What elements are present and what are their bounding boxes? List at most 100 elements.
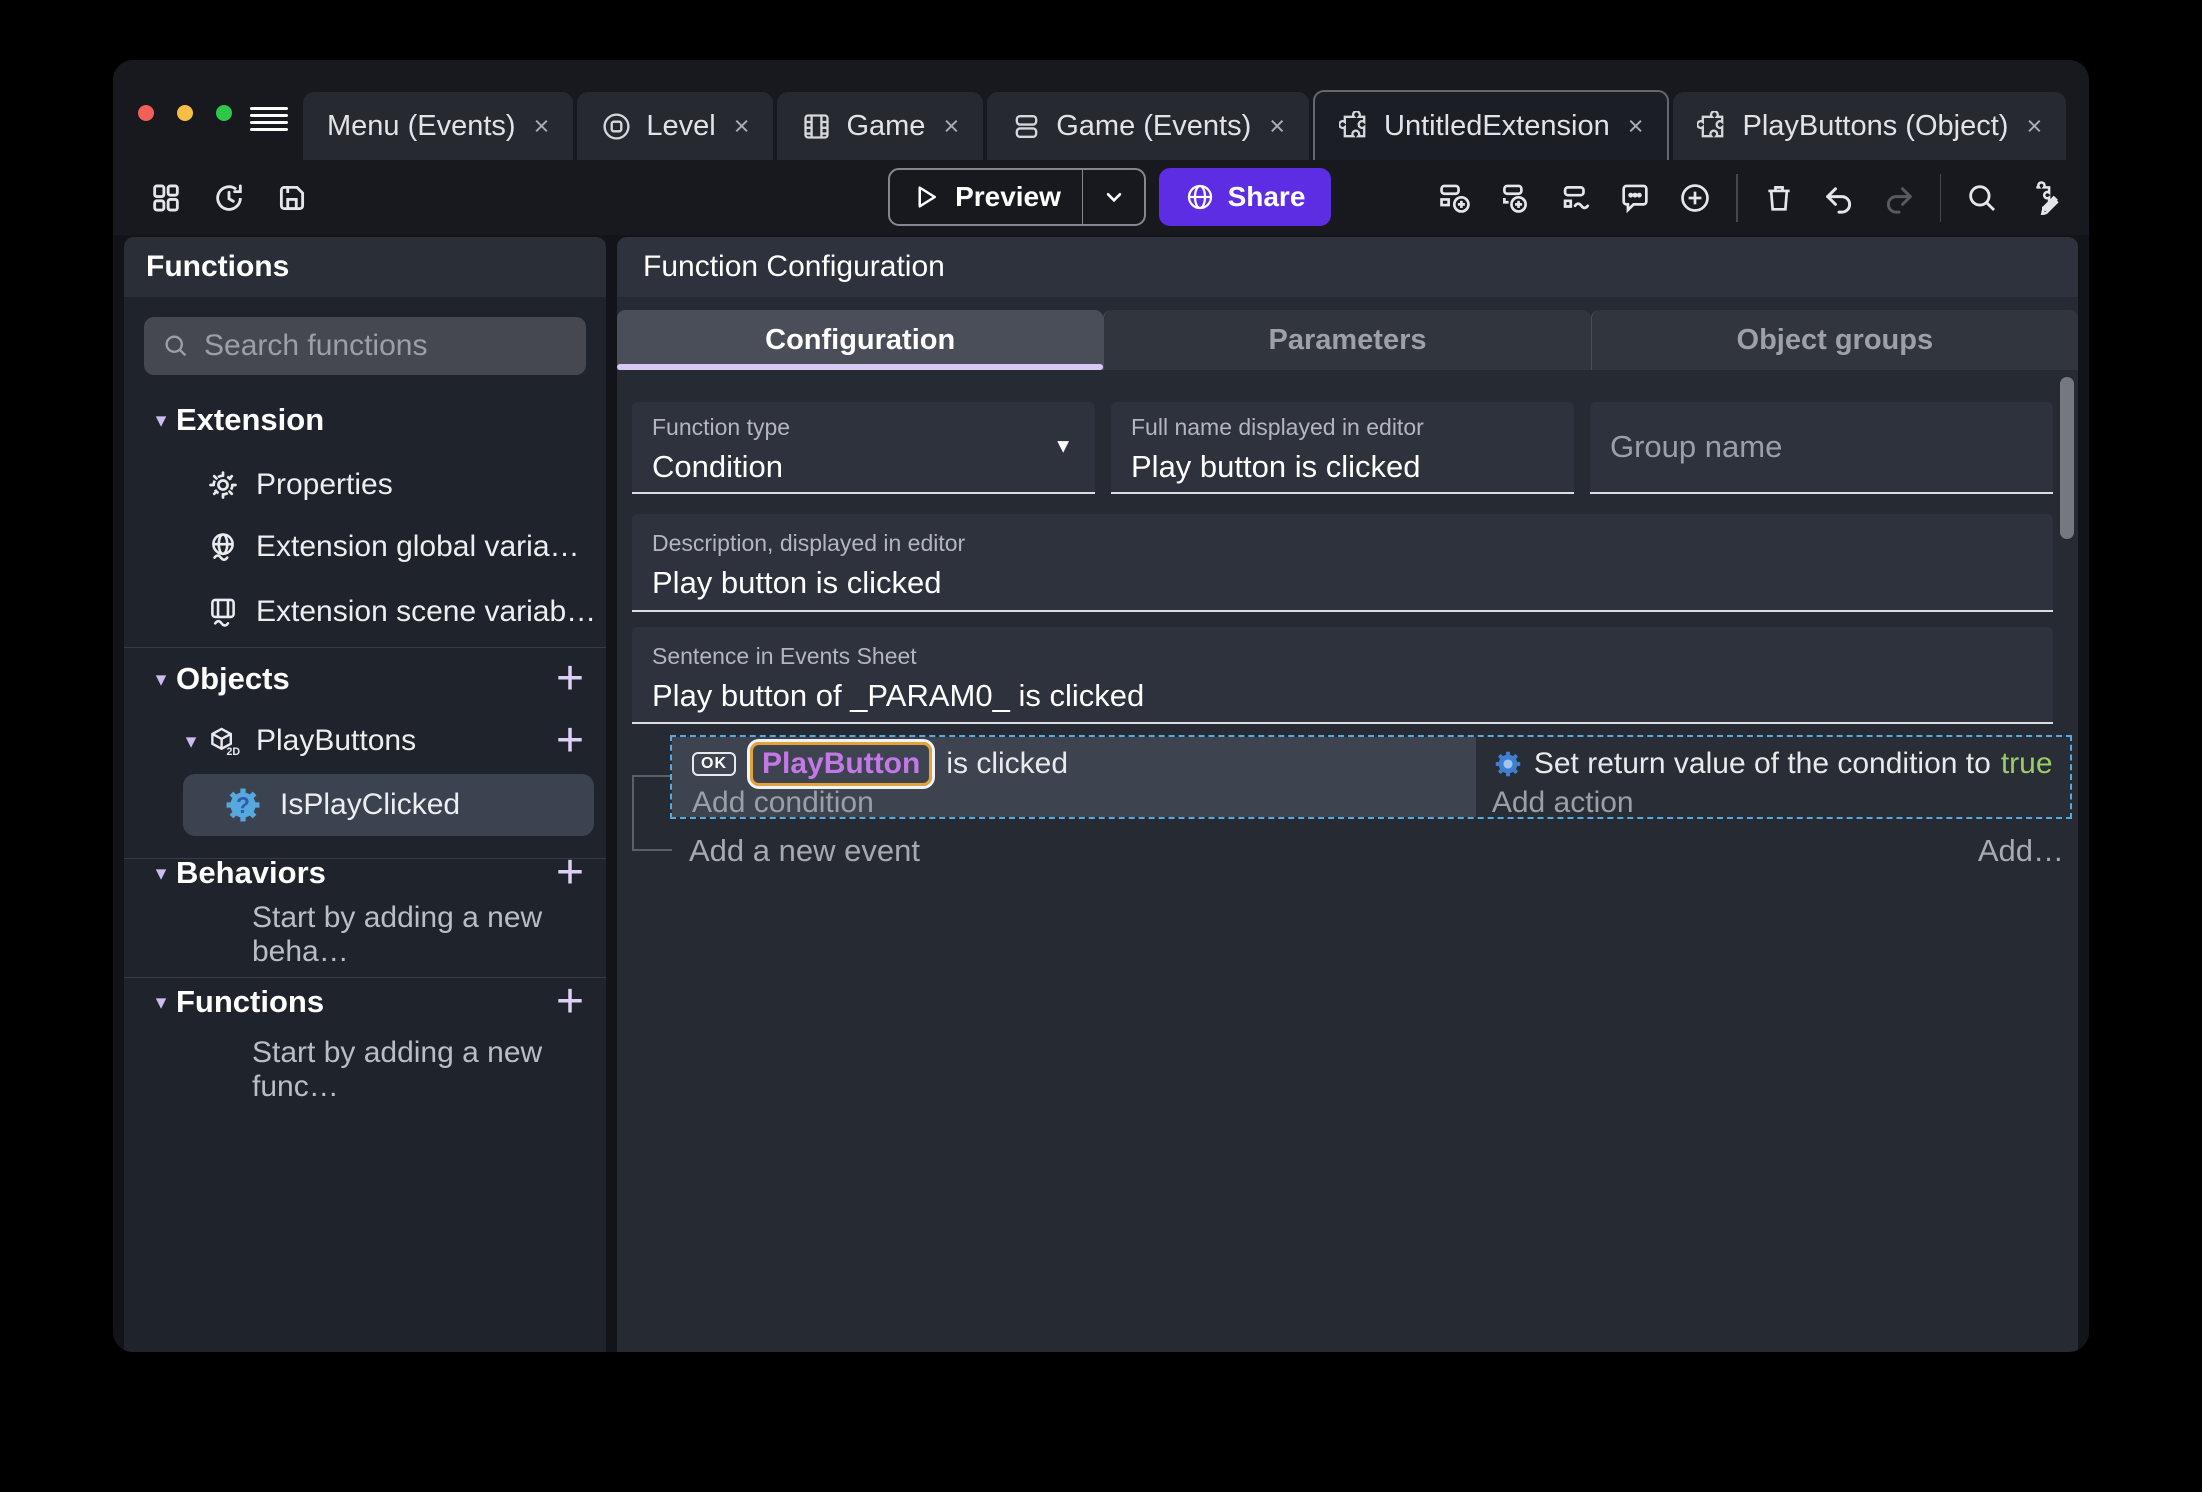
chevron-down-icon[interactable]: ▾	[146, 990, 176, 1015]
add-action-button[interactable]: Add action	[1492, 786, 2070, 820]
tab-game[interactable]: Game ×	[777, 92, 984, 160]
tab-label: Game	[846, 109, 926, 142]
minimize-window-button[interactable]	[177, 105, 193, 121]
close-icon[interactable]: ×	[1269, 111, 1285, 142]
event-row[interactable]: OK PlayButton is clicked Add condition S…	[670, 735, 2072, 820]
edit-extension-icon[interactable]	[2023, 179, 2061, 217]
event-actions-cell[interactable]: Set return value of the condition to tru…	[1475, 737, 2070, 820]
desktop-background: Menu (Events) × Level × Game × Game (Eve…	[0, 0, 2202, 1492]
globe-icon	[1187, 184, 1212, 210]
add-object-button[interactable]: +	[556, 655, 584, 703]
group-name-field[interactable]: Group name	[1590, 402, 2053, 494]
dropdown-caret-icon: ▼	[1053, 435, 1073, 458]
fields-row: Function type Condition ▼ Full name disp…	[632, 402, 2053, 494]
search-icon[interactable]	[1963, 179, 2001, 217]
action-text: Set return value of the condition to	[1533, 747, 1991, 780]
add-object-function-button[interactable]: +	[556, 717, 584, 765]
save-icon[interactable]	[273, 179, 311, 217]
share-button[interactable]: Share	[1159, 168, 1331, 226]
close-icon[interactable]: ×	[943, 111, 959, 142]
functions-sidebar: Functions ▾ Extension Properties	[124, 237, 606, 1352]
puzzle-icon	[1696, 109, 1728, 142]
delete-icon[interactable]	[1760, 179, 1798, 217]
add-behavior-button[interactable]: +	[556, 849, 584, 897]
project-manager-icon[interactable]	[147, 179, 185, 217]
comment-icon[interactable]	[1616, 179, 1654, 217]
functions-empty-text: Start by adding a new func…	[252, 1036, 543, 1103]
scrollbar-thumb[interactable]	[2060, 377, 2074, 539]
editor-tabs: Menu (Events) × Level × Game × Game (Eve…	[303, 90, 2067, 160]
sidebar-item-extension-global-variables[interactable]: Extension global varia…	[124, 525, 606, 569]
gear-icon	[206, 468, 240, 502]
search-icon	[165, 335, 187, 357]
event-bracket	[632, 775, 672, 851]
add-function-button[interactable]: +	[556, 978, 584, 1026]
scene-icon	[601, 111, 632, 142]
add-event-icon[interactable]	[1436, 179, 1474, 217]
add-subevent-icon[interactable]	[1496, 179, 1534, 217]
sidebar-item-extension-scene-variables[interactable]: Extension scene variab…	[124, 590, 606, 634]
history-icon[interactable]	[210, 179, 248, 217]
full-name-field[interactable]: Full name displayed in editor Play butto…	[1111, 402, 1574, 494]
action-gear-icon	[1492, 748, 1524, 780]
preview-options-button[interactable]	[1082, 170, 1144, 224]
add-new-event-button[interactable]: Add a new event	[689, 833, 920, 869]
main-menu-icon[interactable]	[250, 107, 288, 131]
search-functions-box[interactable]	[144, 317, 586, 375]
puzzle-icon	[1338, 109, 1370, 142]
chevron-down-icon[interactable]: ▾	[176, 729, 206, 754]
section-functions[interactable]: ▾ Functions +	[124, 978, 606, 1026]
tab-label: Level	[646, 109, 716, 142]
sidebar-item-properties[interactable]: Properties	[124, 463, 606, 507]
configuration-tabs: Configuration Parameters Object groups	[617, 310, 2078, 370]
play-icon	[918, 186, 937, 208]
preview-button[interactable]: Preview	[890, 170, 1082, 224]
section-objects[interactable]: ▾ Objects +	[124, 655, 606, 703]
close-icon[interactable]: ×	[2026, 111, 2042, 142]
chevron-down-icon	[1106, 192, 1121, 203]
add-circle-icon[interactable]	[1676, 179, 1714, 217]
sentence-field[interactable]: Sentence in Events Sheet Play button of …	[632, 627, 2053, 724]
close-window-button[interactable]	[138, 105, 154, 121]
chevron-down-icon[interactable]: ▾	[146, 408, 176, 433]
add-other-event-icon[interactable]	[1556, 179, 1594, 217]
window-controls	[138, 105, 232, 121]
tab-configuration[interactable]: Configuration	[617, 310, 1104, 370]
share-label: Share	[1227, 181, 1306, 212]
close-icon[interactable]: ×	[534, 111, 550, 142]
function-type-select[interactable]: Function type Condition ▼	[632, 402, 1095, 494]
tab-menu-events[interactable]: Menu (Events) ×	[303, 92, 574, 160]
sidebar-item-playbuttons[interactable]: ▾ 2D PlayButtons +	[124, 717, 606, 765]
panel-title: Function Configuration	[617, 237, 2078, 297]
behaviors-empty-text: Start by adding a new beha…	[252, 901, 543, 968]
tab-parameters[interactable]: Parameters	[1103, 310, 1591, 370]
description-field[interactable]: Description, displayed in editor Play bu…	[632, 514, 2053, 612]
condition-text: is clicked	[946, 747, 1069, 780]
chevron-down-icon[interactable]: ▾	[146, 667, 176, 692]
event-conditions-cell[interactable]: OK PlayButton is clicked Add condition	[672, 737, 1476, 820]
close-icon[interactable]: ×	[1628, 111, 1644, 142]
undo-icon[interactable]	[1820, 179, 1858, 217]
section-behaviors[interactable]: ▾ Behaviors +	[124, 849, 606, 897]
tab-label: Game (Events)	[1056, 109, 1252, 142]
tab-untitled-extension[interactable]: UntitledExtension ×	[1313, 90, 1670, 160]
search-functions-input[interactable]	[204, 329, 568, 363]
action-value: true	[2000, 747, 2053, 780]
tab-playbuttons-object[interactable]: PlayButtons (Object) ×	[1673, 92, 2067, 160]
chevron-down-icon[interactable]: ▾	[146, 861, 176, 886]
add-condition-button[interactable]: Add condition	[692, 786, 1476, 820]
object-2d-icon: 2D	[206, 724, 240, 758]
button-ok-icon: OK	[692, 752, 736, 776]
condition-object-chip[interactable]: PlayButton	[750, 742, 933, 786]
redo-icon[interactable]	[1880, 179, 1918, 217]
tab-game-events[interactable]: Game (Events) ×	[987, 92, 1310, 160]
tab-object-groups[interactable]: Object groups	[1590, 310, 2078, 370]
section-extension[interactable]: ▾ Extension	[124, 398, 606, 442]
zoom-window-button[interactable]	[216, 105, 232, 121]
close-icon[interactable]: ×	[734, 111, 750, 142]
add-more-button[interactable]: Add…	[1978, 833, 2064, 869]
sidebar-title: Functions	[124, 237, 606, 297]
tab-level[interactable]: Level ×	[577, 92, 774, 160]
condition-function-icon: ?	[222, 784, 264, 826]
sidebar-item-isplayclicked[interactable]: ? IsPlayClicked	[183, 774, 594, 836]
